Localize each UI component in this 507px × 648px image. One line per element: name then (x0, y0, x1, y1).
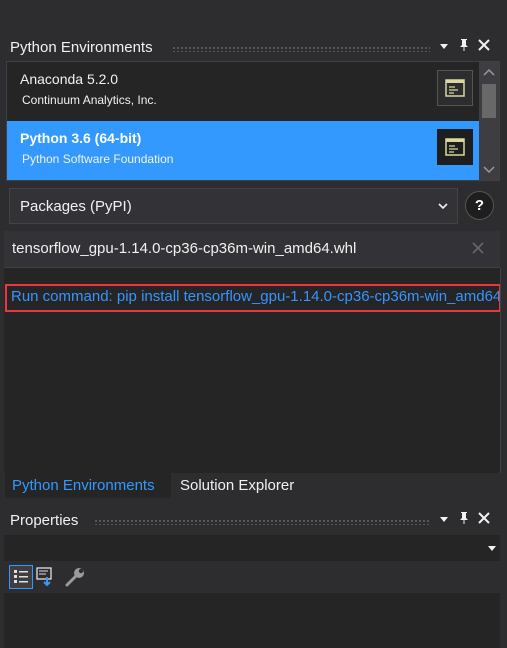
package-search-input[interactable]: tensorflow_gpu-1.14.0-cp36-cp36m-win_amd… (4, 231, 500, 268)
tool-window-tabs: Python Environments Solution Explorer (0, 473, 507, 498)
property-pages-icon (36, 567, 52, 587)
environment-list: Anaconda 5.2.0 Continuum Analytics, Inc.… (6, 61, 500, 181)
env-list-scrollbar[interactable] (479, 62, 499, 180)
properties-panel-header: Properties (0, 509, 507, 533)
environment-console-icon (445, 138, 465, 156)
properties-object-select[interactable] (4, 535, 500, 561)
properties-toolbar (4, 561, 500, 593)
properties-panel-title: Properties (10, 512, 79, 529)
environment-name: Anaconda 5.2.0 (20, 71, 119, 87)
pin-icon[interactable] (456, 38, 472, 56)
run-command-text[interactable]: Run command: pip install tensorflow_gpu-… (11, 288, 499, 305)
clear-icon[interactable] (472, 238, 484, 259)
chevron-down-icon (488, 546, 496, 551)
dropdown-arrow-icon[interactable] (436, 38, 452, 56)
help-button[interactable]: ? (465, 191, 494, 220)
tab-python-environments[interactable]: Python Environments (5, 473, 171, 498)
results-divider (500, 268, 501, 473)
environment-name: Python 3.6 (64-bit) (20, 130, 142, 146)
scrollbar-thumb[interactable] (482, 84, 496, 118)
properties-grid (4, 593, 500, 648)
close-icon[interactable] (476, 511, 492, 529)
environment-console-icon (445, 79, 465, 97)
open-interactive-button[interactable] (437, 70, 473, 106)
tab-solution-explorer[interactable]: Solution Explorer (173, 473, 302, 498)
scroll-up-icon[interactable] (483, 67, 495, 77)
pin-icon[interactable] (456, 511, 472, 529)
open-interactive-button[interactable] (437, 129, 473, 165)
environment-publisher: Python Software Foundation (22, 152, 174, 166)
wrench-button[interactable] (63, 565, 87, 589)
categorized-icon (14, 570, 28, 583)
view-select-value: Packages (PyPI) (20, 198, 132, 215)
close-icon[interactable] (476, 38, 492, 56)
environment-publisher: Continuum Analytics, Inc. (22, 93, 157, 107)
wrench-icon (65, 568, 84, 587)
env-panel-title: Python Environments (10, 39, 153, 56)
scroll-down-icon[interactable] (483, 165, 495, 175)
environment-item-anaconda[interactable]: Anaconda 5.2.0 Continuum Analytics, Inc. (7, 62, 479, 121)
panel-grip[interactable] (172, 46, 430, 52)
environment-item-python36[interactable]: Python 3.6 (64-bit) Python Software Foun… (7, 121, 479, 180)
panel-grip[interactable] (94, 519, 430, 525)
dropdown-arrow-icon[interactable] (436, 511, 452, 529)
run-command-link[interactable]: Run command: pip install tensorflow_gpu-… (5, 284, 501, 312)
top-strip (0, 0, 507, 36)
categorized-button[interactable] (9, 565, 33, 589)
view-select-dropdown[interactable]: Packages (PyPI) (9, 188, 458, 224)
chevron-down-icon (438, 203, 448, 210)
env-panel-header: Python Environments (0, 36, 507, 60)
search-value: tensorflow_gpu-1.14.0-cp36-cp36m-win_amd… (12, 240, 357, 257)
property-pages-button[interactable] (35, 565, 59, 589)
